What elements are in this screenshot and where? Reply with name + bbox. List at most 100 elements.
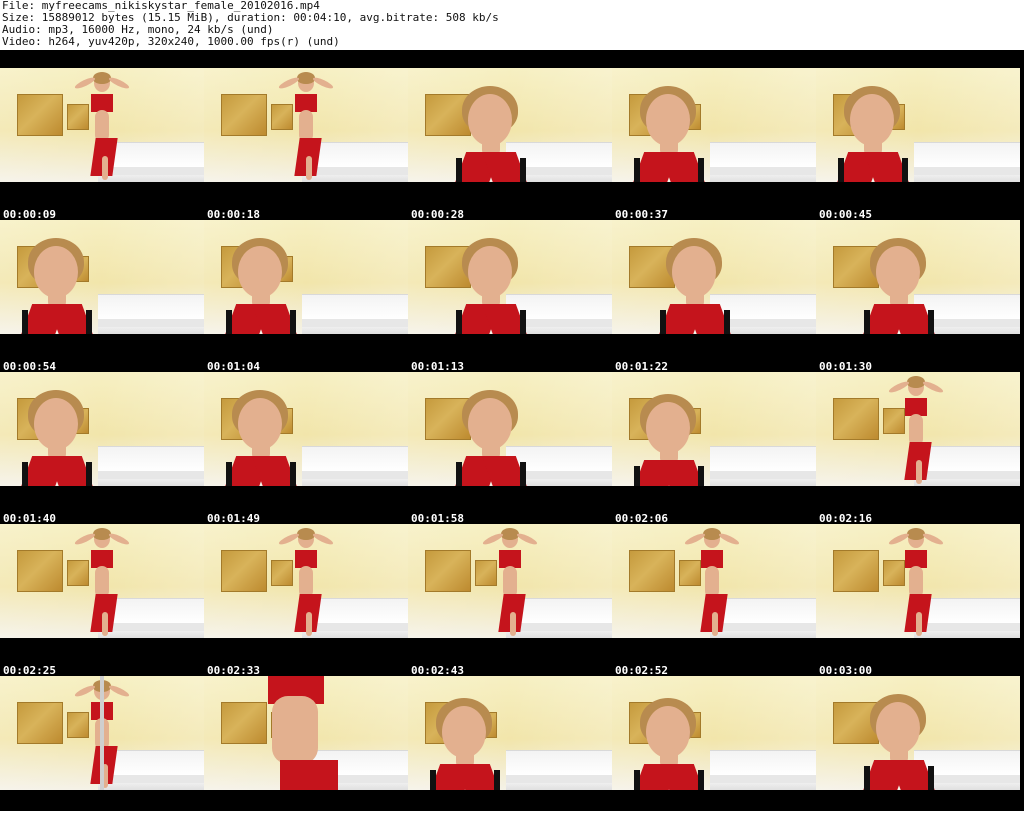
sofa-seat [710, 471, 816, 479]
wall-art-right [883, 560, 905, 586]
video-thumbnail [612, 220, 816, 334]
sofa [98, 294, 204, 334]
thumbnail-cell: 00:03:19 [204, 676, 408, 829]
wall-art-right [883, 408, 905, 434]
leg [102, 156, 108, 180]
wall-art-left [17, 702, 63, 744]
sofa-seat [98, 167, 204, 175]
strap-left [634, 466, 640, 486]
arm-right [921, 531, 945, 547]
thumbnail-cell: 00:03:27 [408, 676, 612, 829]
thumbnail-cell: 00:03:45 [816, 676, 1020, 829]
arm-right [515, 531, 539, 547]
wall-art-left [425, 550, 471, 592]
strap-left [226, 462, 232, 486]
strap-left [456, 310, 462, 334]
thumbnail-cell: 00:01:40 [0, 372, 204, 525]
leg [712, 612, 718, 636]
video-thumbnail [0, 220, 204, 334]
strap-right [698, 770, 704, 790]
arm-right [107, 531, 131, 547]
sofa-seat [302, 471, 408, 479]
video-thumbnail [816, 372, 1020, 486]
strap-right [86, 310, 92, 334]
timestamp: 00:03:37 [615, 816, 668, 829]
strap-left [864, 766, 870, 790]
strap-left [634, 158, 640, 182]
video-thumbnail [612, 372, 816, 486]
arm-left [277, 531, 301, 547]
thumbnail-cell: 00:01:22 [612, 220, 816, 373]
strap-right [902, 158, 908, 182]
thumbnail-grid: 00:00:09 00:00:18 00:00:28 00:00:37 00:00:45… [0, 50, 1024, 829]
thumbnail-cell: 00:03:10 [0, 676, 204, 829]
wall-art-right [67, 560, 89, 586]
wall-art-right [679, 560, 701, 586]
video-thumbnail [204, 372, 408, 486]
strap-right [520, 462, 526, 486]
sofa [710, 446, 816, 486]
leg [916, 460, 922, 484]
leg [102, 612, 108, 636]
arm-right [107, 75, 131, 91]
strap-right [86, 462, 92, 486]
strap-right [520, 310, 526, 334]
leg [306, 156, 312, 180]
arm-right [717, 531, 741, 547]
sofa [710, 142, 816, 182]
video-thumbnail [612, 524, 816, 638]
timestamp: 00:03:45 [819, 816, 872, 829]
video-thumbnail [612, 68, 816, 182]
sofa-seat [506, 775, 612, 783]
sofa-seat [710, 775, 816, 783]
strap-left [864, 310, 870, 334]
video-thumbnail [0, 68, 204, 182]
strap-right [290, 462, 296, 486]
strap-left [456, 462, 462, 486]
video-thumbnail [408, 220, 612, 334]
sofa-seat [914, 471, 1020, 479]
sofa-seat [302, 167, 408, 175]
thumbnail-cell: 00:00:18 [204, 68, 408, 221]
video-line: Video: h264, yuv420p, 320x240, 1000.00 f… [2, 35, 340, 48]
arm-left [481, 531, 505, 547]
arm-left [887, 379, 911, 395]
sofa [302, 294, 408, 334]
strap-right [928, 766, 934, 790]
pole [100, 676, 104, 790]
video-thumbnail [204, 676, 408, 790]
sofa-seat [98, 623, 204, 631]
thumbnail-cell: 00:02:52 [612, 524, 816, 677]
sofa-seat [302, 623, 408, 631]
video-thumbnail [408, 68, 612, 182]
strap-right [698, 158, 704, 182]
strap-left [456, 158, 462, 182]
thumbnail-cell: 00:00:09 [0, 68, 204, 221]
strap-left [634, 770, 640, 790]
torso [272, 696, 318, 764]
thumbnail-cell: 00:00:28 [408, 68, 612, 221]
arm-right [921, 379, 945, 395]
video-thumbnail [408, 524, 612, 638]
video-thumbnail [816, 68, 1020, 182]
sofa [914, 142, 1020, 182]
wall-art-right [271, 104, 293, 130]
strap-right [520, 158, 526, 182]
sofa-seat [710, 167, 816, 175]
thumbnail-cell: 00:00:37 [612, 68, 816, 221]
arm-left [73, 75, 97, 91]
video-thumbnail [612, 676, 816, 790]
sofa-seat [98, 319, 204, 327]
thumbnail-cell: 00:02:33 [204, 524, 408, 677]
thumbnail-cell: 00:03:00 [816, 524, 1020, 677]
strap-left [226, 310, 232, 334]
video-thumbnail [408, 372, 612, 486]
video-thumbnail [0, 524, 204, 638]
sofa-seat [98, 775, 204, 783]
thumbnail-cell: 00:02:25 [0, 524, 204, 677]
wall-art-left [833, 398, 879, 440]
strap-right [724, 310, 730, 334]
strap-left [430, 770, 436, 790]
video-thumbnail [204, 220, 408, 334]
timestamp: 00:03:10 [3, 816, 56, 829]
